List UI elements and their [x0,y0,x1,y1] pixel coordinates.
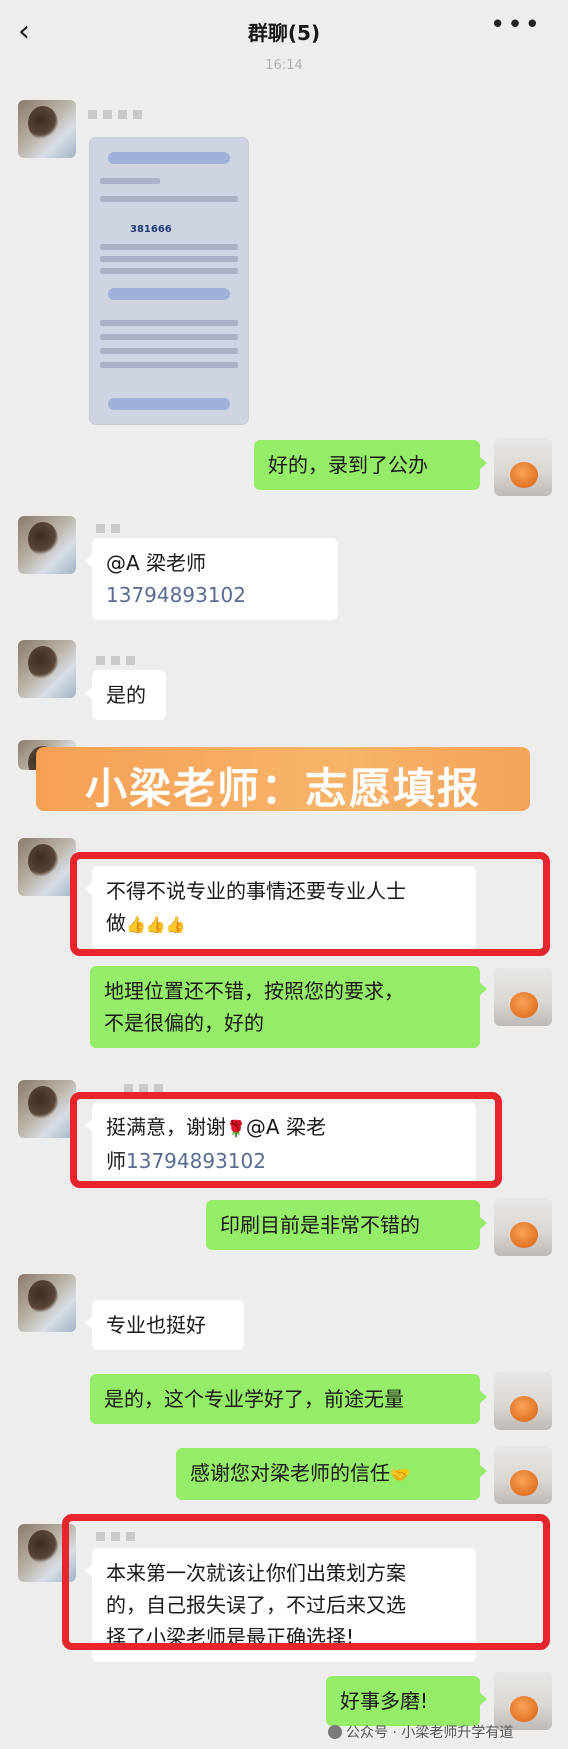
avatar[interactable] [18,1080,76,1138]
avatar[interactable] [18,516,76,574]
sender-nickname-blurred [124,1078,169,1093]
avatar[interactable] [494,968,552,1026]
message-text: 感谢您对梁老师的信任 [190,1461,390,1485]
message-bubble[interactable]: @A 梁老师 13794893102 [85,538,338,620]
banner-text: 小梁老师：志愿填报 [84,764,481,813]
avatar[interactable] [494,1372,552,1430]
more-options-icon[interactable]: ••• [490,10,542,40]
sender-nickname-blurred [88,104,148,119]
avatar[interactable] [494,1198,552,1256]
message-bubble[interactable]: 是的 [85,670,166,720]
highlight-box [70,852,550,956]
chat-title: 群聊(5) [247,21,321,45]
avatar[interactable] [494,438,552,496]
watermark: 公众号 · 小梁老师升学有道 [328,1722,513,1742]
message-bubble[interactable]: 感谢您对梁老师的信任🤝 [176,1448,487,1500]
message-text-line: 地理位置还不错，按照您的要求， [104,979,404,1003]
avatar[interactable] [18,100,76,158]
avatar[interactable] [18,1274,76,1332]
sender-nickname-blurred [96,650,141,665]
highlight-box [62,1514,550,1650]
sender-nickname-blurred [96,518,126,533]
handshake-emoji: 🤝 [390,1465,410,1484]
message-bubble[interactable]: 地理位置还不错，按照您的要求， 不是很偏的，好的 [90,966,487,1048]
message-text-line: 不是很偏的，好的 [104,1011,264,1035]
message-bubble[interactable]: 好的，录到了公办 [254,440,487,490]
message-bubble[interactable]: 印刷目前是非常不错的 [206,1200,487,1250]
chat-header: ‹ 群聊(5) ••• [0,0,568,62]
message-bubble[interactable]: 好事多磨! [326,1676,487,1726]
avatar[interactable] [18,838,76,896]
watermark-text: 公众号 · 小梁老师升学有道 [346,1725,514,1741]
promo-banner: 小梁老师：志愿填报 [36,747,530,813]
message-bubble[interactable]: 是的，这个专业学好了，前途无量 [90,1374,487,1424]
verification-code-text: 381666 [130,224,172,235]
wechat-official-account-icon [328,1725,342,1739]
avatar[interactable] [494,1446,552,1504]
message-timestamp: 16:14 [265,58,303,73]
shared-screenshot-image[interactable]: 381666 [90,138,248,424]
avatar[interactable] [18,640,76,698]
phone-number-link[interactable]: 13794893102 [106,579,324,611]
message-bubble[interactable]: 专业也挺好 [85,1300,244,1350]
highlight-box [70,1092,502,1188]
mention-text: @A 梁老师 [106,551,207,575]
